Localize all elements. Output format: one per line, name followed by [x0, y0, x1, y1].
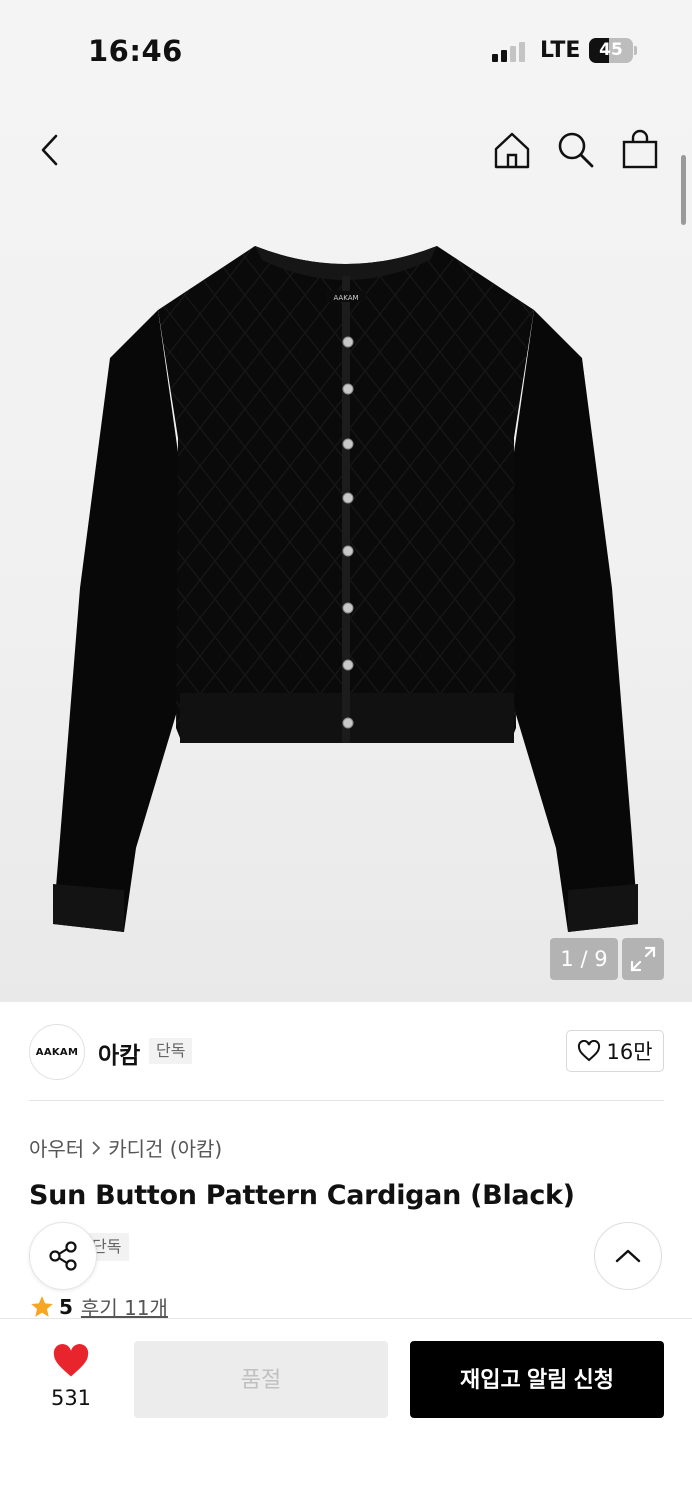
brand-logo[interactable]: AAKAM [29, 1024, 85, 1080]
battery-tip [634, 46, 637, 55]
brand-exclusive-badge: 단독 [149, 1038, 193, 1064]
breadcrumb: 아우터 카디건 (아캄) [29, 1133, 222, 1162]
product-image-gallery[interactable]: 16:46 LTE 45 AAKAM 1 / 9 [0, 0, 692, 1002]
network-label: LTE [540, 38, 581, 63]
heart-outline-icon [578, 1040, 601, 1062]
star-icon [31, 1295, 53, 1317]
search-icon[interactable] [556, 130, 596, 170]
home-icon[interactable] [492, 130, 532, 170]
brand-name[interactable]: 아캄 [98, 1036, 140, 1070]
breadcrumb-child[interactable]: 카디건 (아캄) [108, 1133, 222, 1162]
chevron-up-icon [615, 1249, 641, 1263]
brand-like-button[interactable]: 16만 [566, 1030, 664, 1072]
product-image: AAKAM [53, 246, 638, 932]
scroll-indicator [681, 155, 686, 225]
chevron-left-icon[interactable] [36, 132, 64, 168]
shopping-bag-icon[interactable] [620, 128, 660, 170]
garment-label-text: AAKAM [333, 294, 358, 302]
battery-icon: 45 [589, 38, 633, 63]
scroll-top-button[interactable] [594, 1222, 662, 1290]
wishlist-button[interactable]: 531 [38, 1344, 104, 1410]
share-button[interactable] [29, 1222, 97, 1290]
expand-button[interactable] [622, 938, 664, 980]
review-count-link[interactable]: 후기 11개 [81, 1292, 168, 1321]
heart-filled-icon [53, 1344, 89, 1377]
brand-like-count: 16만 [606, 1040, 653, 1064]
chevron-right-icon [92, 1140, 101, 1155]
breadcrumb-parent[interactable]: 아우터 [29, 1133, 84, 1162]
expand-icon [630, 946, 656, 972]
battery-level: 45 [599, 40, 623, 60]
rating-score: 5 [59, 1294, 73, 1319]
restock-notify-button[interactable]: 재입고 알림 신청 [410, 1341, 664, 1418]
divider [29, 1100, 664, 1101]
signal-icon [492, 42, 525, 62]
wishlist-count: 531 [50, 1386, 92, 1410]
image-counter: 1 / 9 [550, 938, 618, 980]
product-title: Sun Button Pattern Cardigan (Black) [29, 1180, 575, 1211]
soldout-button[interactable]: 품절 [134, 1341, 388, 1418]
status-time: 16:46 [88, 34, 183, 68]
product-rating[interactable]: 5 후기 11개 [29, 1292, 168, 1321]
share-icon [49, 1241, 77, 1271]
